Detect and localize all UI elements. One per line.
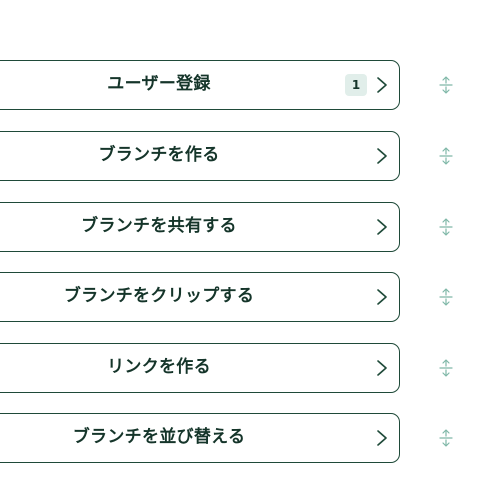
item-button-create-branch[interactable]: ブランチを作る xyxy=(0,131,400,181)
item-button-share-branch[interactable]: ブランチを共有する xyxy=(0,202,400,252)
item-label: ブランチをクリップする xyxy=(63,286,255,306)
chevron-right-icon xyxy=(377,289,387,305)
drag-handle-icon[interactable] xyxy=(437,288,455,306)
drag-handle-icon[interactable] xyxy=(437,429,455,447)
item-label: ブランチを作る xyxy=(98,145,220,165)
chevron-right-icon xyxy=(377,77,387,93)
item-label: リンクを作る xyxy=(107,357,211,377)
item-button-reorder-branch[interactable]: ブランチを並び替える xyxy=(0,413,400,463)
list-row-reorder-branch: ブランチを並び替える xyxy=(0,413,480,467)
drag-handle-icon[interactable] xyxy=(437,147,455,165)
list-row-user-registration: ユーザー登録 1 xyxy=(0,60,480,114)
drag-handle-icon[interactable] xyxy=(437,76,455,94)
drag-handle-icon[interactable] xyxy=(437,218,455,236)
chevron-right-icon xyxy=(377,430,387,446)
list-row-create-link: リンクを作る xyxy=(0,343,480,397)
item-label: ブランチを共有する xyxy=(81,216,237,236)
item-label: ユーザー登録 xyxy=(107,74,211,94)
list-row-share-branch: ブランチを共有する xyxy=(0,202,480,256)
list-row-clip-branch: ブランチをクリップする xyxy=(0,272,480,326)
chevron-right-icon xyxy=(377,219,387,235)
item-button-user-registration[interactable]: ユーザー登録 1 xyxy=(0,60,400,110)
item-button-create-link[interactable]: リンクを作る xyxy=(0,343,400,393)
count-badge: 1 xyxy=(345,74,367,96)
item-button-clip-branch[interactable]: ブランチをクリップする xyxy=(0,272,400,322)
chevron-right-icon xyxy=(377,360,387,376)
item-list: ユーザー登録 1 ブランチを作る ブランチを共有する ブランチをクリップする リ… xyxy=(0,0,480,480)
list-row-create-branch: ブランチを作る xyxy=(0,131,480,185)
drag-handle-icon[interactable] xyxy=(437,359,455,377)
chevron-right-icon xyxy=(377,148,387,164)
item-label: ブランチを並び替える xyxy=(72,427,246,447)
